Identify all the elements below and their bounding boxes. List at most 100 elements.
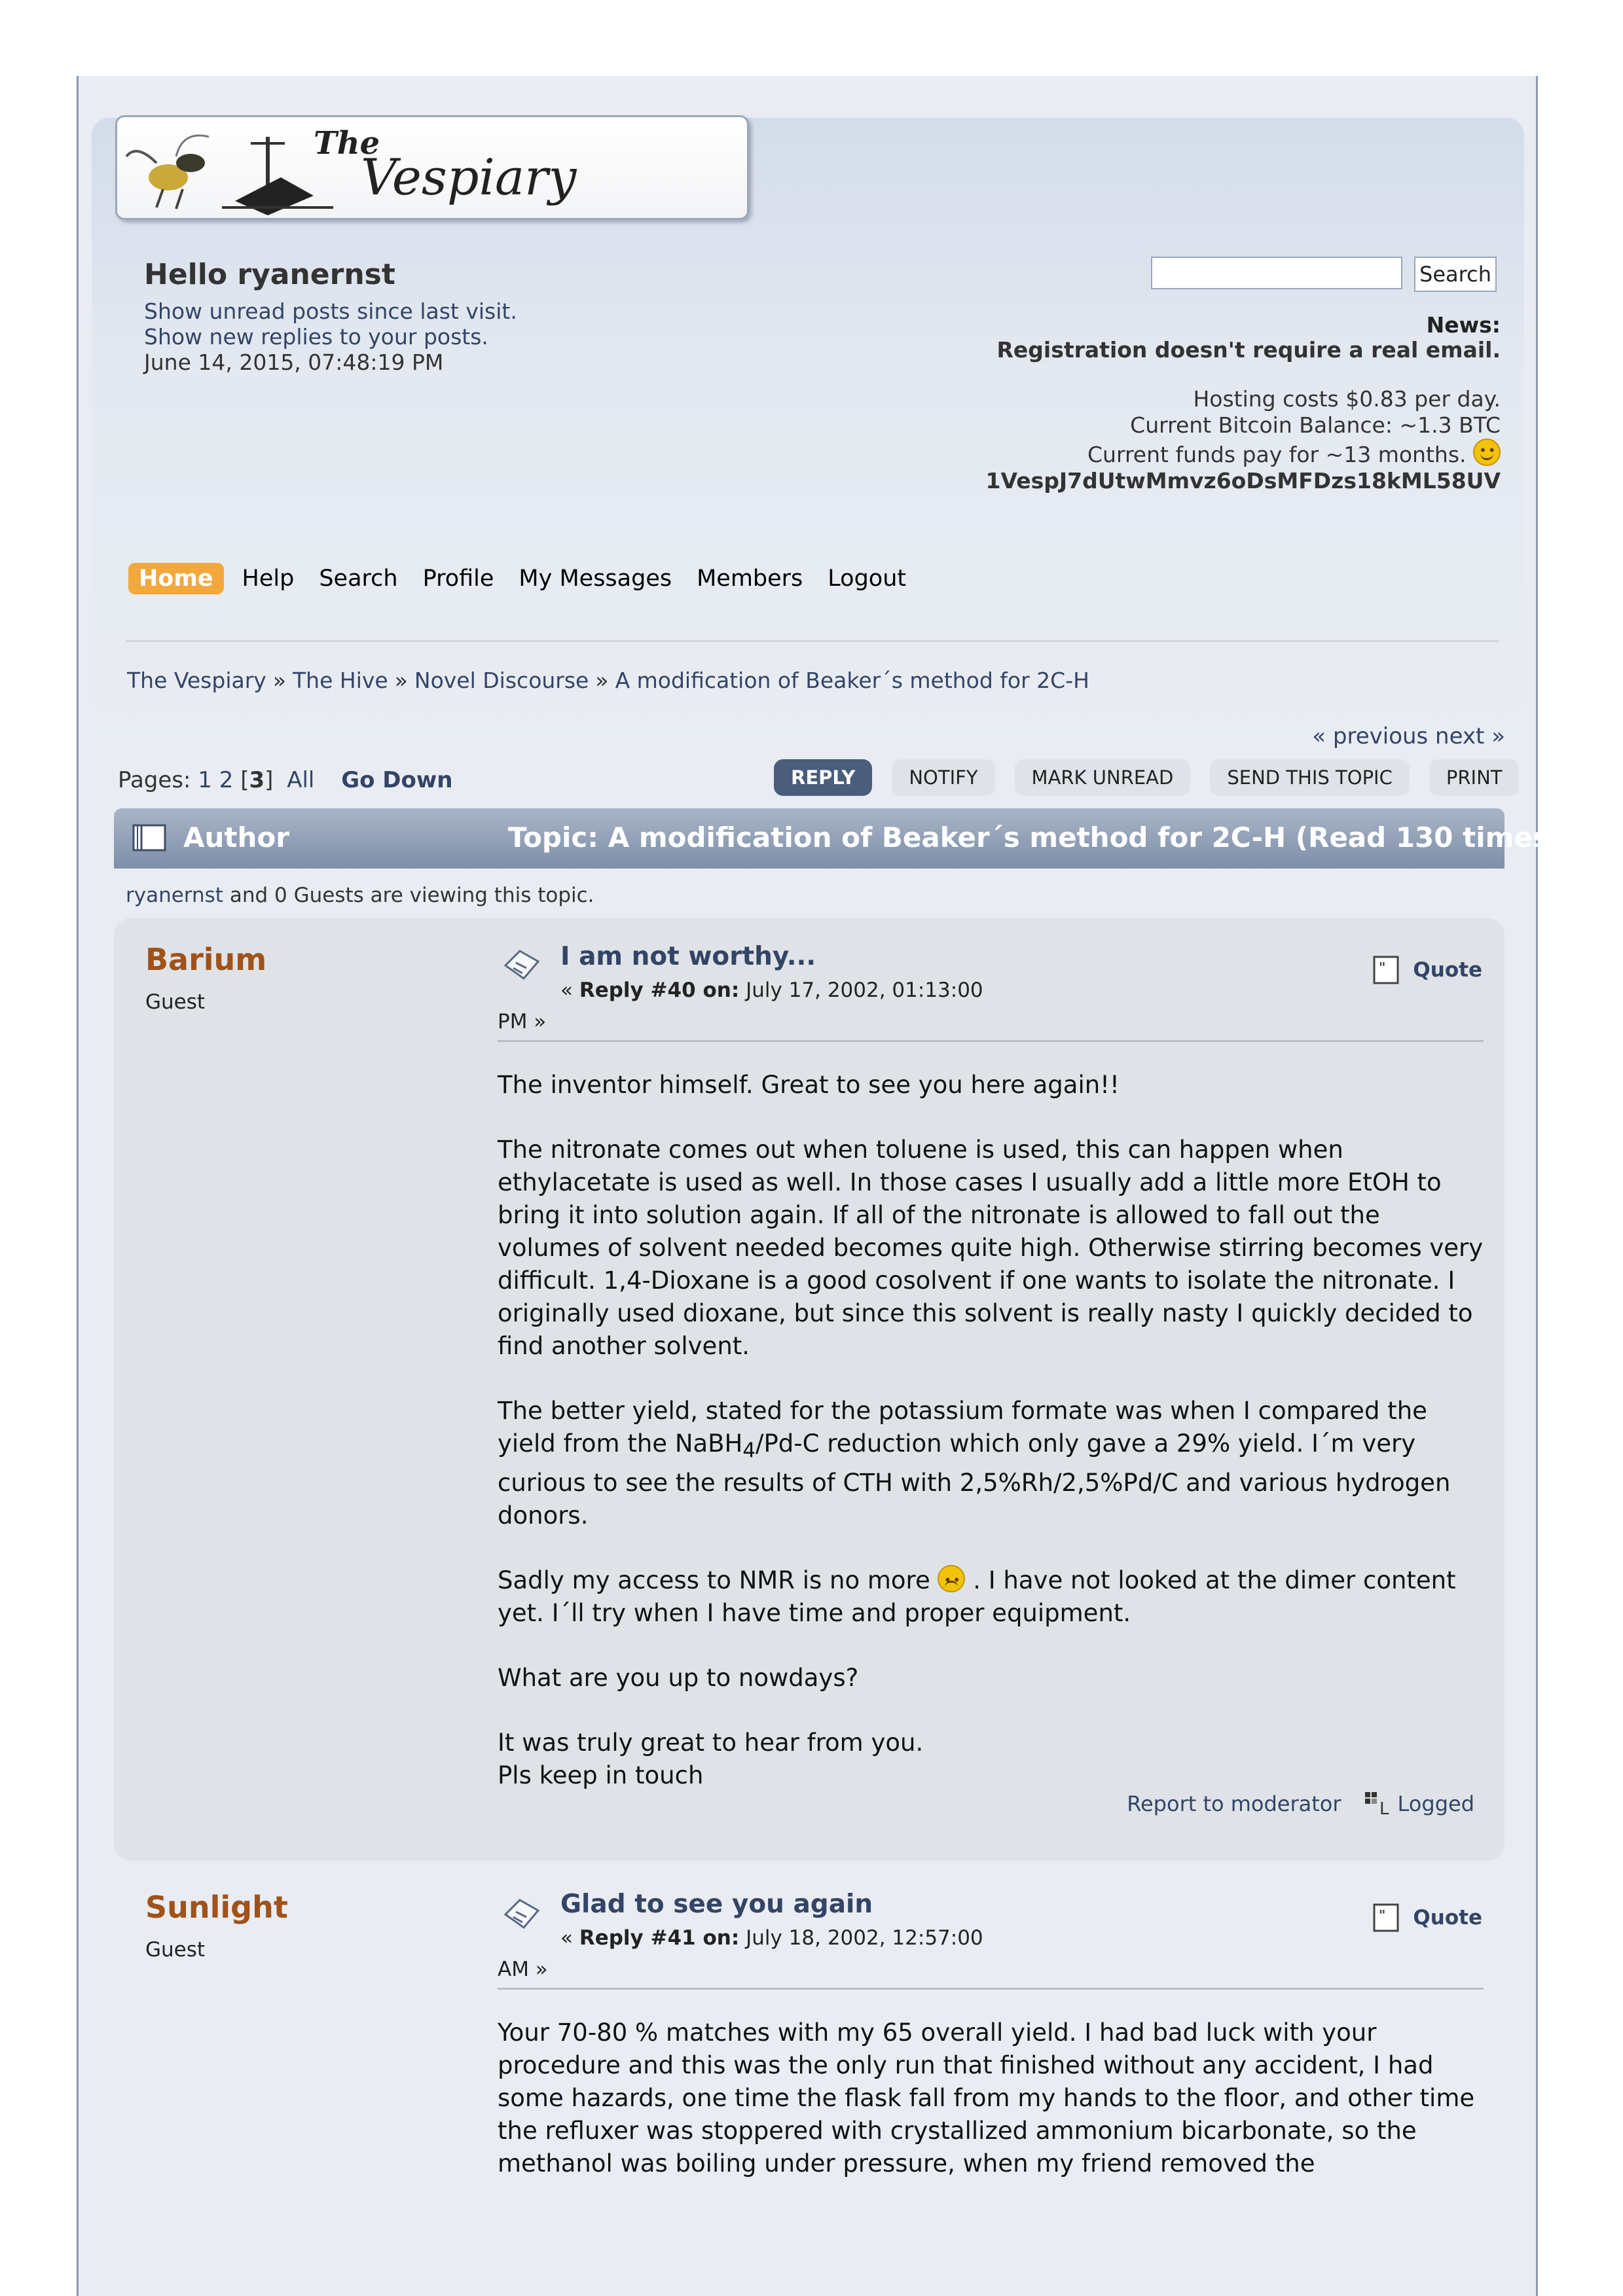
post-paragraph: Your 70-80 % matches with my 65 overall … <box>498 2018 1475 2178</box>
author-column-label: Author <box>183 821 289 853</box>
news-label: News: <box>1426 312 1501 338</box>
header-divider <box>126 640 1499 642</box>
btc-address: 1VespJ7dUtwMmvz6oDsMFDzs18kML58UV <box>985 468 1501 493</box>
smiley-icon <box>1473 437 1501 466</box>
user-links: Show unread posts since last visit. Show… <box>144 298 517 375</box>
breadcrumb-sep: » <box>272 668 287 693</box>
svg-text:L: L <box>1379 1799 1389 1817</box>
post-reply-40: Barium Guest I am not worthy... « Reply … <box>114 918 1504 1861</box>
page-1-link[interactable]: 1 <box>198 767 212 793</box>
nav-profile[interactable]: Profile <box>423 565 494 592</box>
poster-name[interactable]: Sunlight <box>145 1890 288 1925</box>
reply-prefix: « <box>560 1926 579 1950</box>
greeting: Hello ryanernst <box>144 258 395 291</box>
reply-date: July 17, 2002, 01:13:00 <box>739 978 983 1002</box>
nav-home[interactable]: Home <box>128 563 224 594</box>
reply-info-end: PM » <box>498 1010 547 1033</box>
quote-button[interactable]: " Quote <box>1372 955 1482 985</box>
mark-unread-button[interactable]: MARK UNREAD <box>1014 759 1191 796</box>
message-icon <box>503 950 540 980</box>
current-date: June 14, 2015, 07:48:19 PM <box>144 350 444 375</box>
report-to-moderator-link[interactable]: Report to moderator <box>1127 1791 1341 1816</box>
post-footer: Report to moderator L Logged <box>1127 1791 1474 1817</box>
sad-smiley-icon <box>938 1564 966 1596</box>
breadcrumb-topic[interactable]: A modification of Beaker´s method for 2C… <box>615 668 1089 693</box>
hosting-costs: Hosting costs $0.83 per day. <box>1193 386 1501 412</box>
funds-months: Current funds pay for ~13 months. <box>1087 442 1467 467</box>
logged-label: Logged <box>1397 1791 1474 1816</box>
reply-info: « Reply #40 on: July 17, 2002, 01:13:00 <box>560 978 983 1002</box>
post-divider <box>498 1988 1484 1990</box>
nav-logout[interactable]: Logout <box>828 565 906 592</box>
post-subject[interactable]: I am not worthy... <box>560 942 816 971</box>
main-nav: Home Help Search Profile My Messages Mem… <box>128 563 931 594</box>
reply-date: July 18, 2002, 12:57:00 <box>739 1926 983 1950</box>
quote-label: Quote <box>1413 1906 1482 1929</box>
topic-title: Topic: A modification of Beaker´s method… <box>508 821 1562 853</box>
svg-text:": " <box>1379 1907 1385 1923</box>
print-button[interactable]: PRINT <box>1429 759 1520 796</box>
reply-button[interactable]: REPLY <box>774 759 873 796</box>
previous-next-links[interactable]: « previous next » <box>1312 723 1505 749</box>
message-icon <box>503 1899 540 1929</box>
post-paragraph: The inventor himself. Great to see you h… <box>498 1071 1120 1099</box>
bitcoin-balance: Current Bitcoin Balance: ~1.3 BTC <box>1130 412 1501 438</box>
post-body: The inventor himself. Great to see you h… <box>498 1069 1486 1792</box>
breadcrumb-sep: » <box>595 668 609 693</box>
page-2-link[interactable]: 2 <box>219 767 234 793</box>
all-pages-link[interactable]: All <box>287 767 314 793</box>
search-input[interactable] <box>1151 257 1402 289</box>
reply-info-end: AM » <box>498 1958 548 1981</box>
reply-prefix: « <box>560 978 579 1002</box>
viewing-text: and 0 Guests are viewing this topic. <box>223 884 594 907</box>
viewing-user-link[interactable]: ryanernst <box>126 884 223 907</box>
search-button[interactable]: Search <box>1414 257 1497 292</box>
poster-name[interactable]: Barium <box>145 942 266 977</box>
quote-button[interactable]: " Quote <box>1372 1903 1482 1933</box>
nav-search[interactable]: Search <box>319 565 397 592</box>
nav-members[interactable]: Members <box>697 565 803 592</box>
nav-my-messages[interactable]: My Messages <box>519 565 672 592</box>
new-replies-link[interactable]: Show new replies to your posts. <box>144 324 488 350</box>
poster-role: Guest <box>145 1938 206 1962</box>
logo-text-main: Vespiary <box>361 148 577 206</box>
funding-info: Hosting costs $0.83 per day. Current Bit… <box>986 386 1501 494</box>
notify-button[interactable]: NOTIFY <box>892 759 995 796</box>
breadcrumb-novel-discourse[interactable]: Novel Discourse <box>414 668 589 693</box>
quote-icon: " <box>1373 956 1399 984</box>
unread-posts-link[interactable]: Show unread posts since last visit. <box>144 298 517 324</box>
reply-info: « Reply #41 on: July 18, 2002, 12:57:00 <box>560 1926 983 1950</box>
breadcrumb: The Vespiary» The Hive» Novel Discourse» A … <box>127 668 1089 693</box>
post-subject[interactable]: Glad to see you again <box>560 1890 873 1919</box>
go-down-link[interactable]: Go Down <box>341 767 452 793</box>
post-paragraph: Sadly my access to NMR is no more . I ha… <box>498 1564 1486 1630</box>
post-paragraph: The nitronate comes out when toluene is … <box>498 1136 1484 1360</box>
viewing-info: ryanernst and 0 Guests are viewing this … <box>126 884 594 907</box>
topic-buttons: REPLY NOTIFY MARK UNREAD SEND THIS TOPIC… <box>774 759 1539 796</box>
ip-logged-icon: L <box>1364 1792 1389 1817</box>
current-page: 3 <box>249 767 265 793</box>
nav-help[interactable]: Help <box>242 565 295 592</box>
quote-icon: " <box>1373 1903 1399 1932</box>
post-body: Your 70-80 % matches with my 65 overall … <box>498 2017 1486 2180</box>
topic-header-bar: Author Topic: A modification of Beaker´s… <box>114 808 1561 869</box>
reply-label: Reply #40 on: <box>579 978 740 1002</box>
breadcrumb-sep: » <box>394 668 408 693</box>
post-paragraph: It was truly great to hear from you. Pls … <box>498 1729 924 1790</box>
poster-role: Guest <box>145 990 206 1014</box>
breadcrumb-hive[interactable]: The Hive <box>293 668 388 693</box>
send-topic-button[interactable]: SEND THIS TOPIC <box>1210 759 1410 796</box>
quote-label: Quote <box>1413 958 1482 982</box>
post-paragraph: The better yield, stated for the potassi… <box>498 1397 1451 1530</box>
reply-label: Reply #41 on: <box>579 1926 740 1950</box>
breadcrumb-vespiary[interactable]: The Vespiary <box>127 668 266 693</box>
topic-document-icon <box>132 824 166 852</box>
site-logo[interactable]: The Vespiary <box>115 115 749 220</box>
post-paragraph: What are you up to nowdays? <box>498 1664 859 1693</box>
wasp-logo-icon: The Vespiary <box>125 125 577 215</box>
news-text: Registration doesn't require a real emai… <box>996 337 1501 363</box>
post-divider <box>498 1040 1484 1042</box>
post-reply-41: Sunlight Guest Glad to see you again « R… <box>114 1869 1504 2296</box>
svg-text:": " <box>1379 960 1385 975</box>
pagination: Pages: 1 2 [3] All Go Down <box>118 767 453 793</box>
